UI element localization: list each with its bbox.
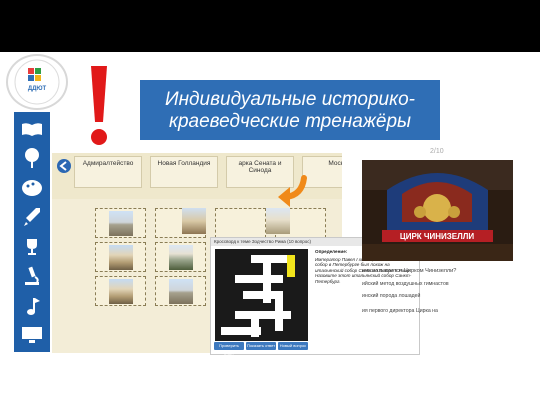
crossword-grid[interactable]	[215, 249, 308, 341]
building-thumbnail[interactable]	[182, 208, 206, 234]
quiz-question: ник называется Цирком Чинизелли?	[362, 268, 457, 274]
logo-graphic: ДДЮТ	[14, 59, 60, 105]
svg-text:ДДЮТ: ДДЮТ	[28, 86, 47, 92]
drop-slot[interactable]	[95, 242, 146, 272]
slide-tag: 2/10	[430, 148, 444, 155]
page-title: Индивидуальные историко-краеведческие тр…	[140, 80, 440, 140]
chip-admiralty[interactable]: Адмиралтейство	[74, 156, 142, 188]
chip-new-holland[interactable]: Новая Голландия	[150, 156, 218, 188]
quiz-option[interactable]: инский порода лошадей	[362, 293, 522, 299]
circus-photo: ЦИРК ЧИНИЗЕЛЛИ	[362, 160, 513, 261]
quiz-option[interactable]: ия первого директора Цирка на	[362, 308, 522, 314]
quiz-option[interactable]: ийский метод воздушных гимнастов	[362, 281, 522, 287]
logo: ДДЮТ	[6, 54, 68, 110]
svg-text:ЦИРК ЧИНИЗЕЛЛИ: ЦИРК ЧИНИЗЕЛЛИ	[400, 232, 475, 241]
top-black-bar	[0, 0, 540, 52]
music-note-icon[interactable]	[19, 295, 45, 317]
back-arrow-icon[interactable]	[57, 159, 71, 173]
drop-slot[interactable]	[95, 276, 146, 306]
exclamation-mark	[86, 64, 112, 148]
drop-slot[interactable]	[215, 208, 266, 238]
rocket-icon[interactable]	[19, 206, 45, 228]
microscope-icon[interactable]	[19, 265, 45, 287]
book-icon[interactable]	[19, 118, 45, 140]
building-thumbnail[interactable]	[108, 245, 133, 270]
trophy-icon[interactable]	[19, 236, 45, 258]
show-answer-button[interactable]: Показать ответ	[246, 342, 276, 350]
drop-slot[interactable]	[95, 208, 146, 238]
sidebar	[14, 112, 50, 352]
computer-icon[interactable]	[19, 324, 45, 346]
building-thumbnail[interactable]	[108, 211, 133, 236]
building-thumbnail[interactable]	[168, 279, 193, 304]
building-thumbnail[interactable]	[168, 245, 193, 270]
new-question-button[interactable]: Новый вопрос	[278, 342, 308, 350]
drop-slot[interactable]	[155, 242, 206, 272]
building-thumbnail[interactable]	[108, 279, 133, 304]
drop-slot[interactable]	[155, 276, 206, 306]
chip-moscow[interactable]: Моск	[302, 156, 342, 188]
check-answer-button[interactable]: Проверить ответ	[214, 342, 244, 356]
palette-icon[interactable]	[19, 177, 45, 199]
building-thumbnail[interactable]	[266, 208, 290, 234]
curved-arrow-icon	[274, 175, 308, 209]
tree-icon[interactable]	[19, 147, 45, 169]
